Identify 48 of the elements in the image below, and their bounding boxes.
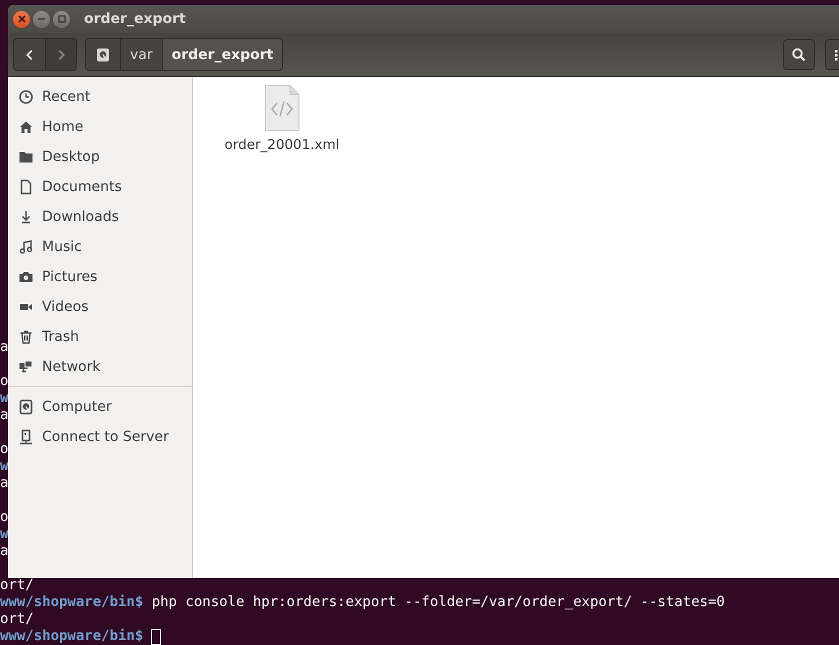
terminal-prompt: w <box>0 390 8 407</box>
terminal-output: o <box>0 509 8 526</box>
network-icon <box>18 359 34 375</box>
terminal-output: ort/ <box>0 611 34 628</box>
terminal-output: a <box>0 543 8 560</box>
sidebar-item[interactable]: Home <box>8 112 192 142</box>
minus-icon <box>38 17 45 21</box>
terminal-prompt: w <box>0 458 8 475</box>
sidebar-item[interactable]: Downloads <box>8 202 192 232</box>
sidebar-item[interactable]: Computer <box>8 392 192 422</box>
path-crumb[interactable]: order_export <box>162 39 282 70</box>
music-note-icon <box>18 239 34 255</box>
terminal-output: a <box>0 339 8 356</box>
window-title: order_export <box>84 11 186 27</box>
server-icon <box>18 429 34 445</box>
sidebar-item[interactable]: Videos <box>8 292 192 322</box>
terminal-command: php console hpr:orders:export --folder=/var/order_export/ --states=0 <box>152 594 725 611</box>
file-name[interactable]: order_20001.xml <box>224 137 340 153</box>
drive-crumb[interactable] <box>86 39 121 70</box>
maximize-button[interactable] <box>53 10 70 28</box>
terminal-output: a <box>0 475 8 492</box>
drive-icon <box>95 46 111 62</box>
sidebar-item[interactable]: Music <box>8 232 192 262</box>
sidebar-item[interactable]: Desktop <box>8 142 192 172</box>
sidebar-item[interactable]: Recent <box>8 82 192 112</box>
terminal-output: ort/ <box>0 577 34 594</box>
document-icon <box>18 179 34 195</box>
trash-can-icon <box>18 329 34 345</box>
sidebar-item[interactable]: Connect to Server <box>8 422 192 452</box>
minimize-button[interactable] <box>33 10 50 28</box>
house-icon <box>18 119 34 135</box>
terminal-output: o <box>0 373 8 390</box>
search-button[interactable] <box>783 39 815 70</box>
terminal-prompt: w <box>0 526 8 543</box>
search-icon <box>791 46 807 62</box>
folder-icon <box>18 149 34 165</box>
sidebar-item[interactable]: Network <box>8 352 192 382</box>
sidebar-item[interactable]: Trash <box>8 322 192 352</box>
drive-icon <box>18 399 34 415</box>
sidebar-item[interactable]: Pictures <box>8 262 192 292</box>
terminal-prompt: www/shopware/bin$ <box>0 628 144 645</box>
close-button[interactable] <box>13 10 30 28</box>
terminal-output: a <box>0 407 8 424</box>
terminal-prompt: www/shopware/bin$ <box>0 594 144 611</box>
camera-icon <box>18 269 34 285</box>
sidebar-item[interactable]: Documents <box>8 172 192 202</box>
terminal-output: o <box>0 441 8 458</box>
clock-icon <box>18 89 34 105</box>
